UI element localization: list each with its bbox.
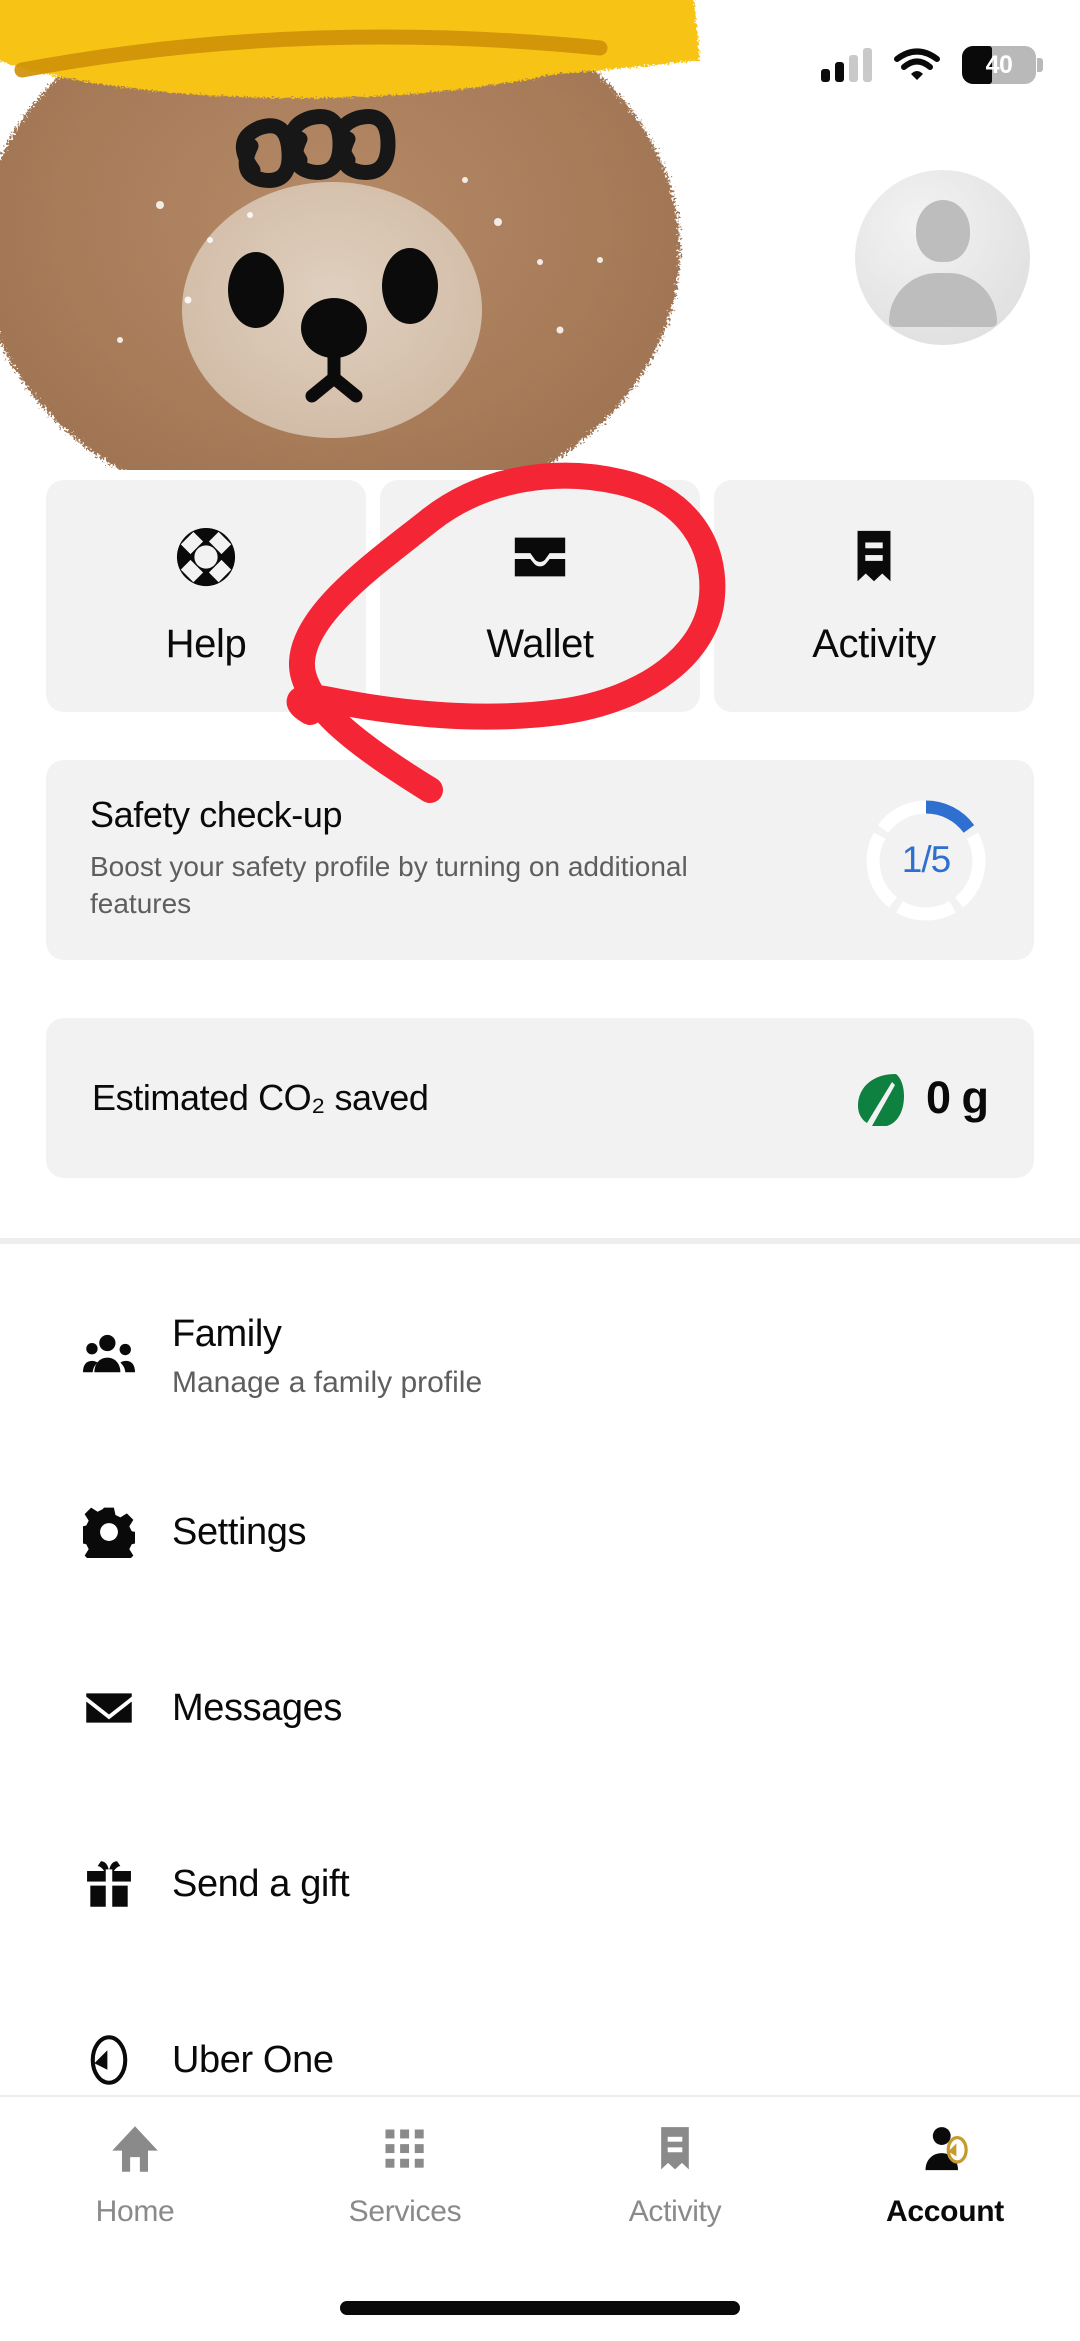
bottom-nav-home[interactable]: Home — [0, 2123, 270, 2257]
envelope-icon — [86, 1693, 132, 1723]
co2-saved-value-group: 0 g — [852, 1070, 989, 1126]
safety-checkup-title: Safety check-up — [90, 794, 343, 835]
gift-icon — [87, 1861, 131, 1909]
family-group-icon — [83, 1334, 135, 1373]
menu-item-messages[interactable]: Messages — [0, 1620, 1080, 1796]
menu-item-title: Family — [172, 1312, 282, 1355]
bottom-navigation-bar: Home Services Activity Account — [0, 2095, 1080, 2341]
quick-action-activity[interactable]: Activity — [714, 480, 1034, 712]
menu-item-title: Settings — [172, 1510, 307, 1553]
person-uber-one-icon — [925, 2127, 968, 2171]
leaf-icon — [857, 1074, 904, 1126]
home-indicator-bar — [340, 2301, 740, 2315]
menu-item-settings[interactable]: Settings — [0, 1444, 1080, 1620]
bottom-nav-label: Services — [348, 2195, 462, 2228]
safety-checkup-card[interactable]: Safety check-up Boost your safety profil… — [46, 760, 1034, 960]
quick-action-label: Wallet — [486, 621, 594, 666]
bottom-nav-activity[interactable]: Activity — [540, 2123, 810, 2257]
bottom-nav-label: Account — [886, 2195, 1004, 2228]
safety-progress-label: 1/5 — [901, 839, 951, 880]
home-icon — [112, 2126, 158, 2172]
bottom-nav-services[interactable]: Services — [270, 2123, 540, 2257]
safety-checkup-text: Safety check-up Boost your safety profil… — [90, 794, 730, 922]
quick-action-wallet[interactable]: Wallet — [380, 480, 700, 712]
menu-item-send-a-gift[interactable]: Send a gift — [0, 1796, 1080, 1972]
safety-checkup-subtitle: Boost your safety profile by turning on … — [90, 851, 688, 920]
avatar[interactable] — [855, 170, 1030, 345]
app-screen: 40 Help Wallet Activity Safety check-up … — [0, 0, 1080, 2341]
lifebuoy-icon — [176, 527, 236, 586]
receipt-icon — [661, 2127, 689, 2170]
receipt-icon — [857, 530, 891, 581]
bottom-nav-label: Home — [95, 2195, 175, 2228]
quick-action-label: Help — [165, 621, 247, 666]
bottom-nav-items: Home Services Activity Account — [0, 2097, 1080, 2257]
co2-saved-card[interactable]: Estimated CO₂ saved 0 g — [46, 1018, 1034, 1178]
menu-item-subtitle: Manage a family profile — [172, 1365, 483, 1399]
co2-saved-label: Estimated CO₂ saved — [92, 1077, 429, 1118]
menu-item-family[interactable]: Family Manage a family profile — [0, 1268, 1080, 1444]
menu-item-title: Uber One — [172, 2038, 334, 2081]
account-menu-list: Family Manage a family profile Settings — [0, 1268, 1080, 2148]
avatar-head-shape — [915, 200, 970, 262]
grid-icon — [385, 2129, 424, 2168]
gear-icon — [83, 1507, 135, 1558]
quick-action-label: Activity — [812, 621, 936, 666]
menu-item-title: Send a gift — [172, 1862, 350, 1905]
safety-progress-ring: 1/5 — [864, 798, 988, 922]
bottom-nav-label: Activity — [628, 2195, 722, 2228]
menu-item-title: Messages — [172, 1686, 342, 1729]
avatar-body-shape — [888, 273, 997, 327]
bottom-nav-account[interactable]: Account — [810, 2123, 1080, 2257]
wallet-icon — [514, 537, 566, 576]
quick-actions-row: Help Wallet Activity — [46, 480, 1034, 712]
profile-header-illustration — [0, 0, 1080, 470]
quick-action-help[interactable]: Help — [46, 480, 366, 712]
uber-one-icon — [90, 2035, 128, 2085]
section-divider — [0, 1238, 1080, 1244]
co2-saved-value: 0 g — [925, 1072, 989, 1123]
